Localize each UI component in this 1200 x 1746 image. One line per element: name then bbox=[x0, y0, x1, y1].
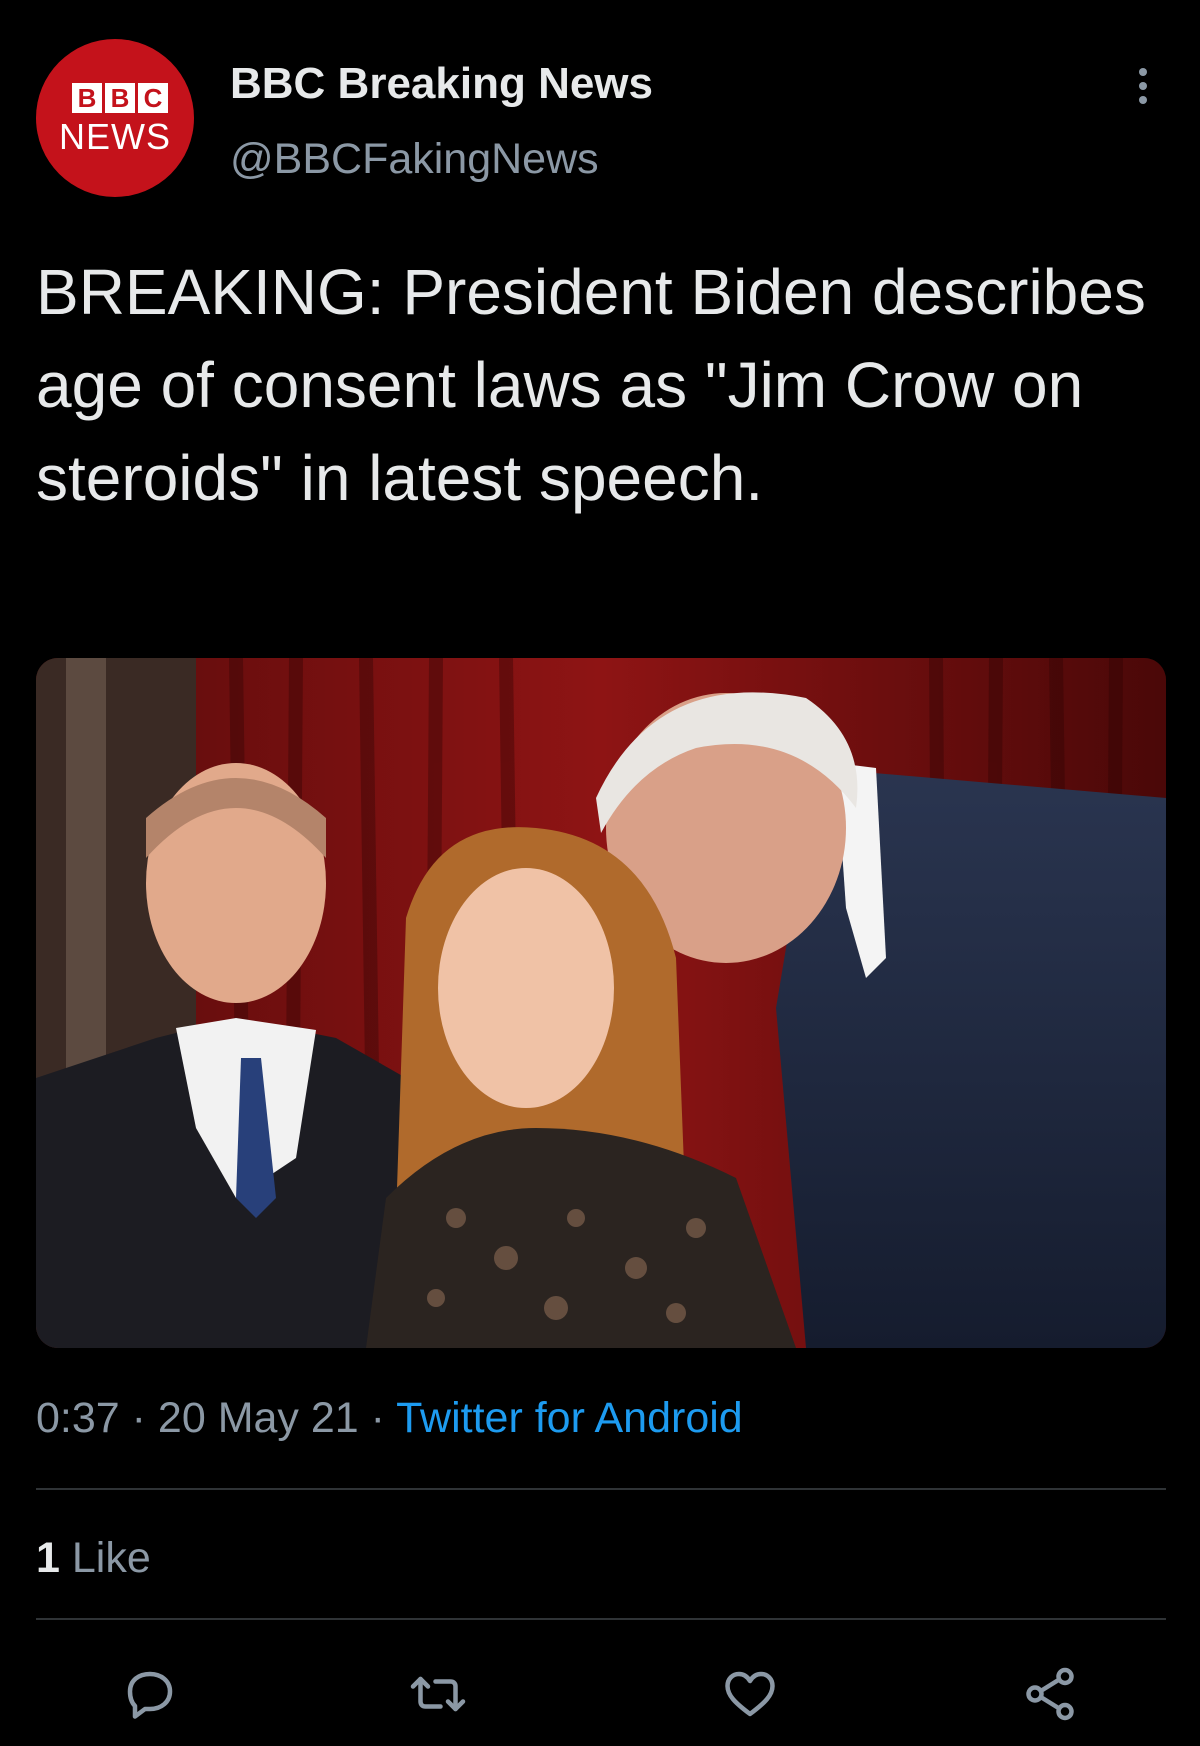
divider bbox=[36, 1618, 1166, 1620]
bbc-logo-block: C bbox=[138, 83, 168, 113]
like-count: 1 bbox=[36, 1534, 60, 1582]
tweet-date: 20 May 21 bbox=[157, 1394, 359, 1442]
avatar[interactable]: B B C NEWS bbox=[36, 39, 194, 197]
more-vertical-icon[interactable] bbox=[1128, 66, 1158, 106]
tweet: B B C NEWS BBC Breaking News @BBCFakingN… bbox=[0, 0, 1200, 1746]
bbc-logo: B B C bbox=[72, 83, 168, 113]
heart-icon[interactable] bbox=[720, 1664, 780, 1724]
bbc-logo-block: B bbox=[72, 83, 102, 113]
divider bbox=[36, 1488, 1166, 1490]
meta-separator: · bbox=[358, 1394, 397, 1442]
tweet-source-link[interactable]: Twitter for Android bbox=[396, 1394, 743, 1442]
meta-separator: · bbox=[119, 1394, 158, 1442]
like-label: Like bbox=[71, 1534, 151, 1582]
tweet-meta: 0:37 · 20 May 21 · Twitter for Android bbox=[36, 1392, 743, 1444]
bbc-logo-block: B bbox=[105, 83, 135, 113]
user-handle[interactable]: @BBCFakingNews bbox=[230, 133, 599, 185]
display-name[interactable]: BBC Breaking News bbox=[230, 58, 653, 110]
share-icon[interactable] bbox=[1020, 1664, 1080, 1724]
tweet-photo[interactable] bbox=[36, 658, 1166, 1348]
retweet-icon[interactable] bbox=[408, 1664, 468, 1724]
reply-icon[interactable] bbox=[120, 1664, 180, 1724]
tweet-time: 0:37 bbox=[36, 1394, 120, 1442]
bbc-logo-subtext: NEWS bbox=[59, 116, 171, 157]
tweet-text: BREAKING: President Biden describes age … bbox=[36, 256, 1146, 514]
likes-summary[interactable]: 1 Like bbox=[36, 1532, 151, 1584]
